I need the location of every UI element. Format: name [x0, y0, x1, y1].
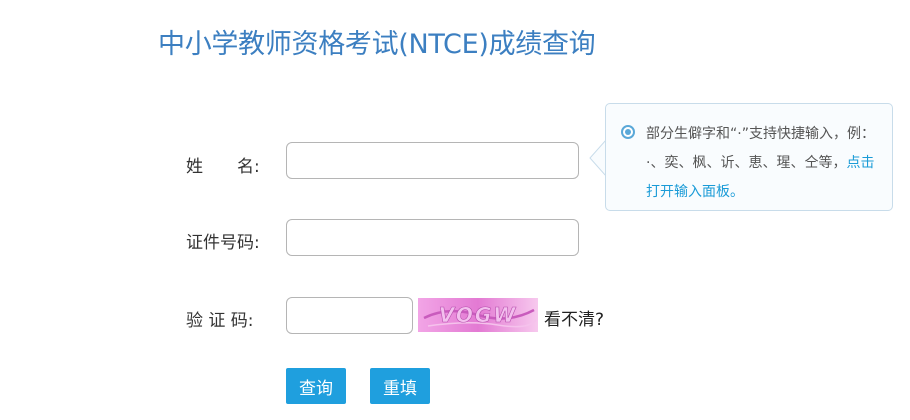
svg-text:VOGW: VOGW	[439, 303, 518, 327]
reset-button[interactable]: 重填	[370, 368, 430, 404]
refresh-captcha-link[interactable]: 看不清?	[544, 305, 604, 330]
captcha-label: 验 证 码:	[186, 311, 254, 331]
id-number-label: 证件号码:	[186, 233, 260, 253]
hint-text-block: 部分生僻字和“·”支持快捷输入，例：·、奕、枫、䜣、恵、瑆、仝等，点击打开输入面…	[646, 120, 882, 207]
info-bullet-icon	[621, 125, 635, 139]
page-title: 中小学教师资格考试(NTCE)成绩查询	[158, 29, 596, 60]
captcha-input[interactable]	[286, 297, 413, 334]
captcha-image[interactable]: VOGW	[418, 298, 538, 332]
name-input[interactable]	[286, 142, 579, 179]
tooltip-arrow	[589, 140, 606, 176]
id-number-input[interactable]	[286, 219, 579, 256]
name-label: 姓 名:	[186, 157, 260, 177]
query-button[interactable]: 查询	[286, 368, 346, 404]
hint-text: 部分生僻字和“·”支持快捷输入，例：·、奕、枫、䜣、恵、瑆、仝等，	[646, 126, 868, 171]
input-hint-tooltip: 部分生僻字和“·”支持快捷输入，例：·、奕、枫、䜣、恵、瑆、仝等，点击打开输入面…	[605, 103, 893, 211]
